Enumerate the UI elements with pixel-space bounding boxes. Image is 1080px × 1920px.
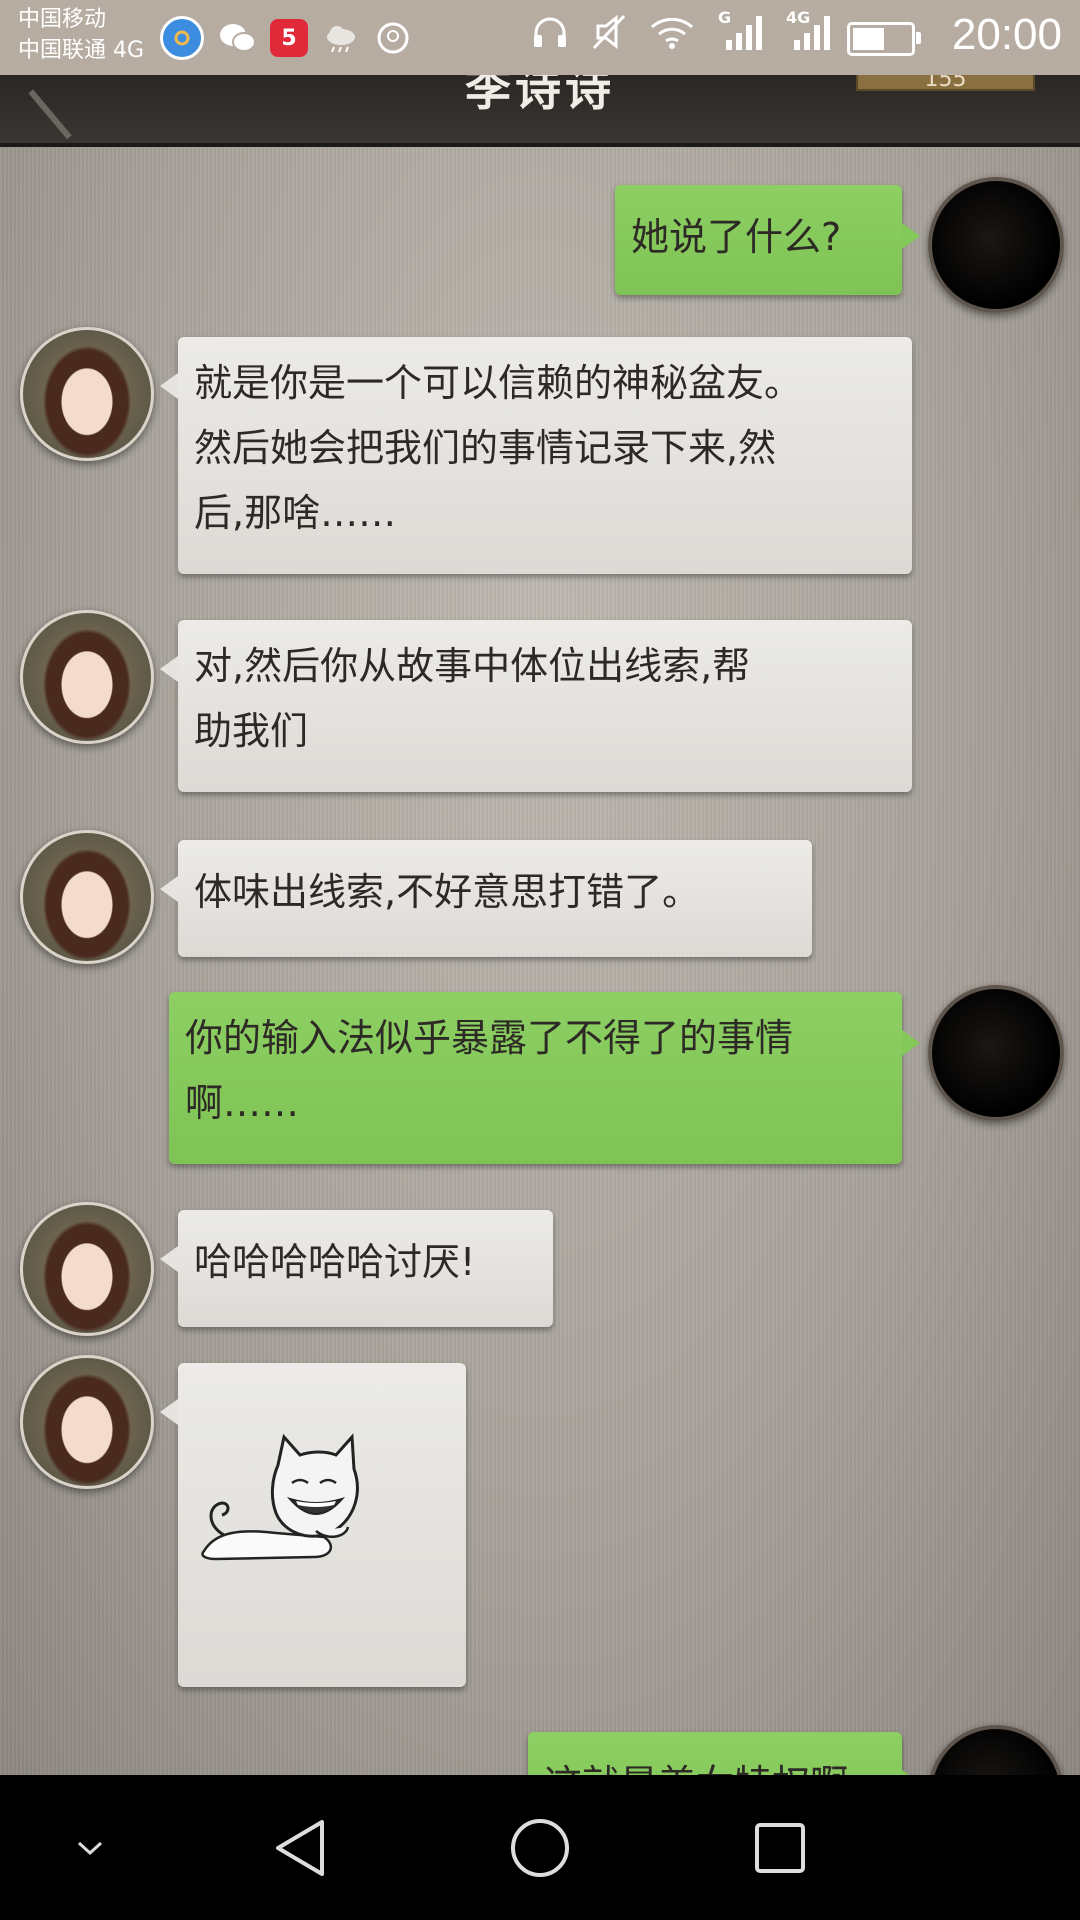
cat-meme-sticker — [201, 1433, 359, 1561]
signal-1: G — [718, 8, 762, 52]
received-message-bubble[interactable]: 对,然后你从故事中体位出线索,帮 助我们 — [160, 620, 912, 792]
battery-icon — [847, 22, 921, 56]
headphone-icon — [534, 17, 566, 47]
signal-bars-icon — [726, 16, 762, 50]
status-bar: 中国移动 中国联通 4G 5 G 4G 20:00 — [0, 0, 1080, 75]
signal-2: 4G — [786, 8, 830, 52]
wifi-icon — [651, 17, 693, 49]
wechat-icon — [218, 19, 256, 57]
home-circle-icon — [511, 1818, 569, 1877]
chat-header: 李诗诗 155 — [0, 50, 1080, 147]
assistant-icon — [374, 19, 412, 57]
back-button[interactable] — [240, 1775, 360, 1920]
sent-message-bubble[interactable]: 你的输入法似乎暴露了不得了的事情 啊…… — [169, 992, 920, 1164]
received-message-bubble[interactable]: 哈哈哈哈哈讨厌! — [160, 1210, 553, 1327]
weather-icon — [322, 19, 360, 57]
contact-avatar[interactable] — [20, 1355, 154, 1489]
carrier-2: 中国联通 4G — [18, 38, 145, 63]
my-avatar[interactable] — [928, 985, 1064, 1121]
message-text: 她说了什么? — [631, 215, 842, 259]
back-triangle-icon — [276, 1819, 324, 1876]
recents-square-icon — [755, 1822, 805, 1873]
message-line: 你的输入法似乎暴露了不得了的事情 — [185, 1016, 794, 1060]
contact-avatar[interactable] — [20, 830, 154, 964]
contact-avatar[interactable] — [20, 610, 154, 744]
notification-icons: 5 — [160, 16, 412, 60]
sent-message-bubble[interactable]: 这就是美女特权啊 — [528, 1732, 920, 1775]
carrier-1: 中国移动 — [18, 7, 107, 32]
clock: 20:00 — [951, 10, 1062, 59]
collapse-button[interactable] — [30, 1775, 150, 1920]
navigation-bar — [0, 1775, 1080, 1920]
carrier-info: 中国移动 中国联通 4G — [18, 4, 144, 66]
system-icons: G 4G — [532, 8, 830, 52]
collapse-chevron-icon — [77, 1841, 103, 1855]
message-line: 助我们 — [194, 709, 309, 753]
message-line: 然后她会把我们的事情记录下来,然 — [194, 426, 777, 470]
message-line: 就是你是一个可以信赖的神秘盆友。 — [194, 361, 803, 405]
recents-button[interactable] — [720, 1775, 840, 1920]
message-line: 对,然后你从故事中体位出线索,帮 — [194, 644, 751, 688]
message-text: 这就是美女特权啊 — [544, 1762, 848, 1775]
my-avatar[interactable] — [928, 177, 1064, 313]
message-text: 哈哈哈哈哈讨厌! — [194, 1240, 476, 1284]
sent-message-bubble[interactable]: 她说了什么? — [615, 185, 920, 295]
app-badge-icon: 5 — [270, 19, 308, 57]
message-line: 后,那啥…… — [194, 491, 397, 535]
signal-bars-icon — [794, 16, 830, 50]
chat-area[interactable]: 她说了什么? 就是你是一个可以信赖的神秘盆友。 然后她会把我们的事情记录下来,然… — [0, 147, 1080, 1775]
home-button[interactable] — [480, 1775, 600, 1920]
received-message-bubble[interactable]: 体味出线索,不好意思打错了。 — [160, 840, 812, 957]
contact-avatar[interactable] — [20, 1202, 154, 1336]
received-message-bubble[interactable]: 就是你是一个可以信赖的神秘盆友。 然后她会把我们的事情记录下来,然 后,那啥…… — [160, 337, 912, 574]
mute-icon — [592, 14, 626, 50]
battery-level — [853, 28, 884, 50]
sticker-message-bubble[interactable] — [160, 1363, 466, 1687]
browser-notification-icon — [160, 16, 204, 60]
my-avatar[interactable] — [928, 1725, 1064, 1775]
message-text: 体味出线索,不好意思打错了。 — [194, 870, 701, 914]
message-line: 啊…… — [185, 1081, 300, 1125]
contact-avatar[interactable] — [20, 327, 154, 461]
